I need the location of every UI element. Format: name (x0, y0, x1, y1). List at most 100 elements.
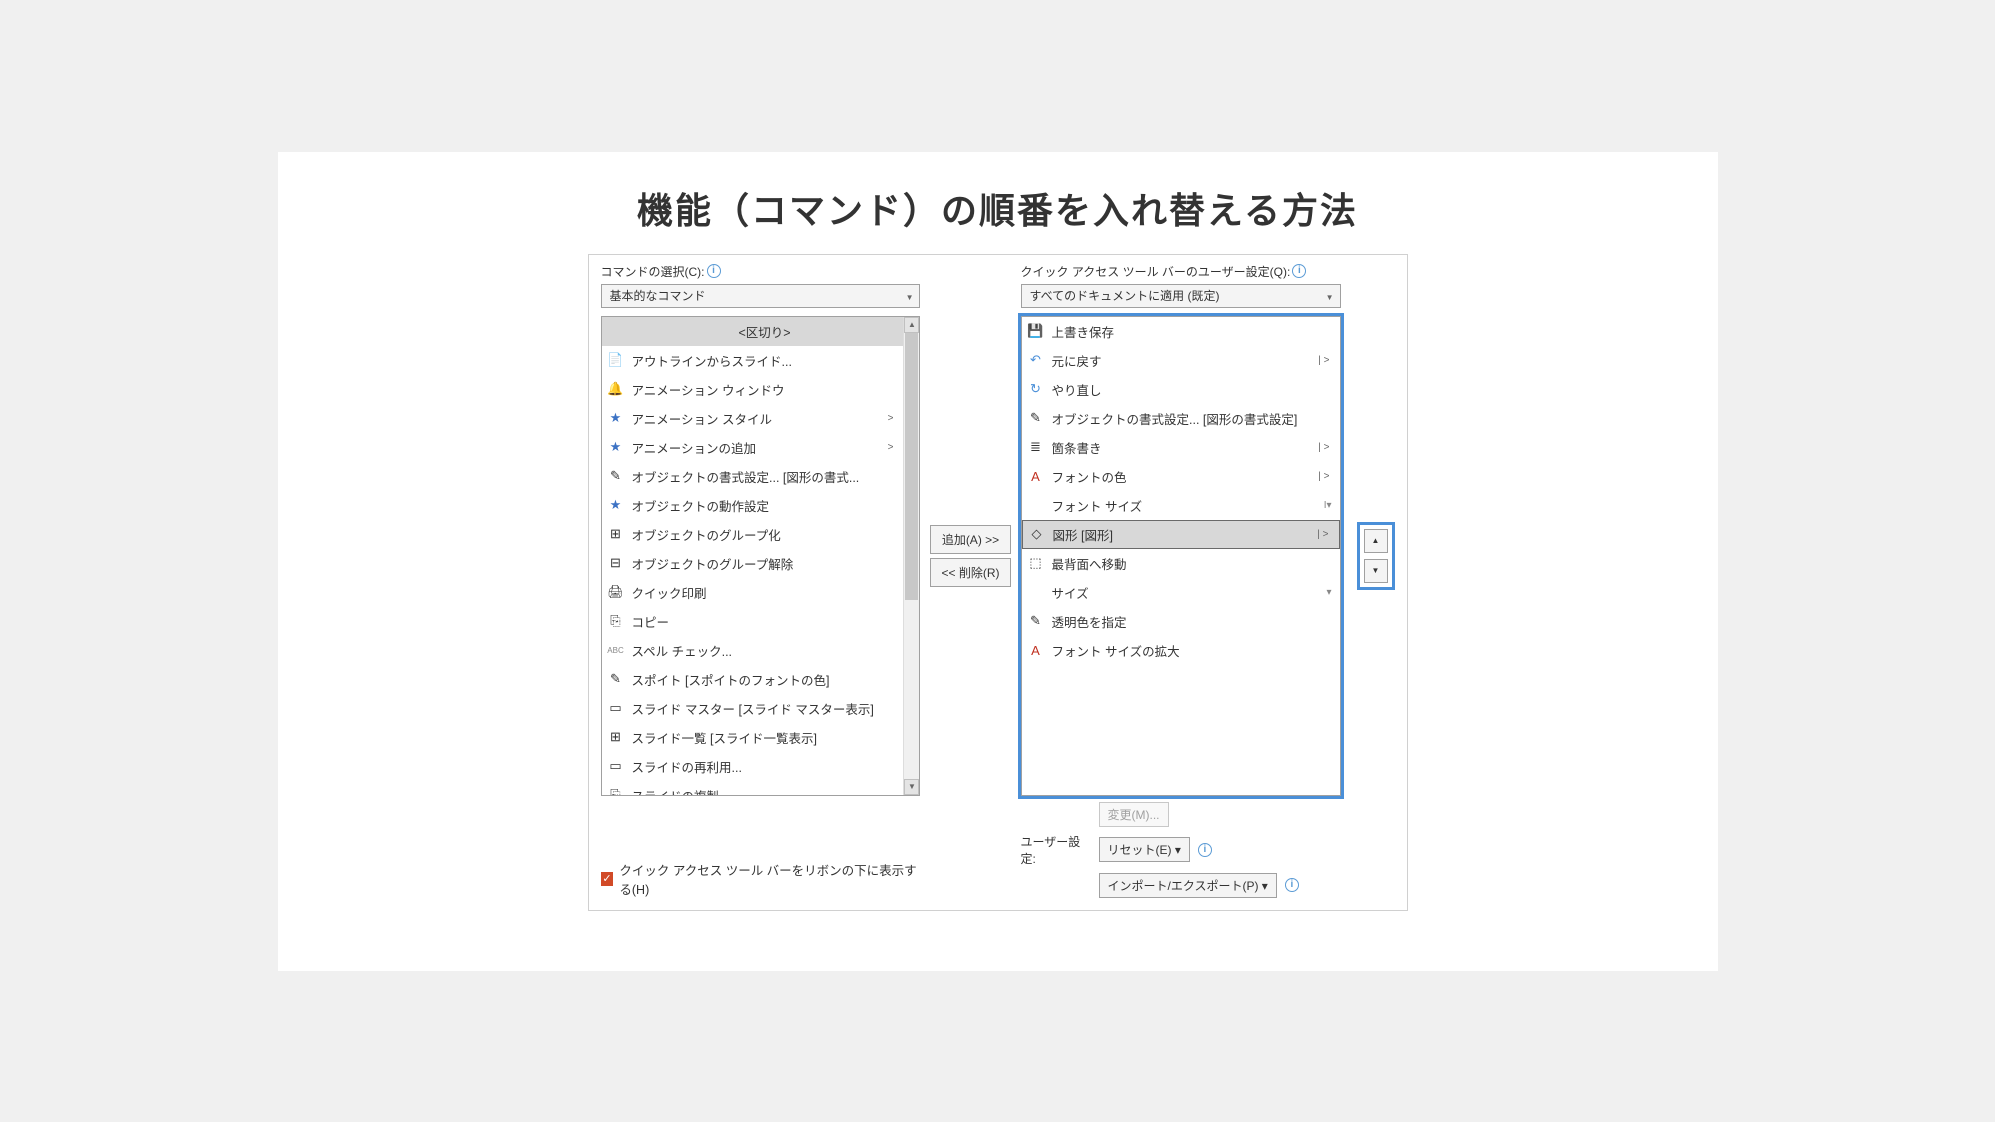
command-icon: ✎ (608, 468, 624, 484)
command-icon: ✎ (1028, 613, 1044, 629)
chevron-right-icon: > (888, 442, 898, 453)
list-item-label: スライドの複製 (632, 786, 898, 795)
customizations-label: ユーザー設定: (1021, 833, 1091, 867)
list-item[interactable]: ↶元に戻す| > (1022, 346, 1340, 375)
scrollbar[interactable]: ▲ ▼ (903, 317, 919, 795)
command-icon: ⎘ (608, 787, 624, 795)
reorder-buttons-group: ▲ ▼ (1357, 522, 1395, 590)
list-item[interactable]: ✎スポイト [スポイトのフォントの色] (602, 665, 904, 694)
list-item[interactable]: ⎘コピー (602, 607, 904, 636)
info-icon[interactable]: i (1285, 878, 1299, 892)
command-icon: ▭ (608, 758, 624, 774)
command-icon: A (1028, 468, 1044, 484)
list-item-label: フォント サイズの拡大 (1052, 641, 1334, 660)
command-icon: 💾 (1028, 323, 1044, 339)
list-item[interactable]: ▭スライド マスター [スライド マスター表示] (602, 694, 904, 723)
command-icon: ↶ (1028, 352, 1044, 368)
add-button[interactable]: 追加(A) >> (930, 525, 1010, 554)
command-icon: ✎ (1028, 410, 1044, 426)
remove-button[interactable]: << 削除(R) (930, 558, 1010, 587)
list-item[interactable]: 🖨 クイック印刷 (602, 578, 904, 607)
list-item[interactable]: ⊟オブジェクトのグループ解除 (602, 549, 904, 578)
list-item[interactable]: ★アニメーションの追加> (602, 433, 904, 462)
command-icon: 🔔 (608, 381, 624, 397)
list-item[interactable]: ✎ オブジェクトの書式設定... [図形の書式設定] (1022, 404, 1340, 433)
command-icon: ◇ (1029, 526, 1045, 542)
list-item-label: 箇条書き (1052, 438, 1311, 457)
list-item-label: オブジェクトの動作設定 (632, 496, 898, 515)
qat-commands-listbox[interactable]: 💾 上書き保存 ↶元に戻す| >↻やり直し ✎ オブジェクトの書式設定... [図形の書… (1021, 316, 1341, 796)
command-icon: 📄 (608, 352, 624, 368)
reset-button[interactable]: リセット(E) ▾ (1099, 837, 1190, 862)
command-icon: ≣ (1028, 439, 1044, 455)
list-item-label: やり直し (1052, 380, 1334, 399)
command-icon: ★ (608, 497, 624, 513)
list-item[interactable]: ABCスペル チェック... (602, 636, 904, 665)
qat-customize-dialog: コマンドの選択(C): i クイック アクセス ツール バーのユーザー設定(Q)… (588, 254, 1408, 911)
list-item-label: 図形 [図形] (1053, 525, 1310, 544)
list-item-label: オブジェクトの書式設定... [図形の書式... (632, 467, 898, 486)
list-item[interactable]: フォント サイズI▾ (1022, 491, 1340, 520)
command-icon: ★ (608, 410, 624, 426)
command-icon (1028, 497, 1044, 513)
list-item[interactable]: ◇図形 [図形]| > (1022, 520, 1340, 549)
move-up-button[interactable]: ▲ (1364, 529, 1388, 553)
list-item[interactable]: <区切り> (602, 317, 904, 346)
list-item-label: サイズ (1052, 583, 1317, 602)
move-down-button[interactable]: ▼ (1364, 559, 1388, 583)
list-item-label: <区切り> (632, 322, 898, 341)
list-item-label: オブジェクトの書式設定... [図形の書式設定] (1052, 409, 1334, 428)
command-icon: ⊞ (608, 729, 624, 745)
list-item[interactable]: 📄 アウトラインからスライド... (602, 346, 904, 375)
command-icon: ⬚ (1028, 555, 1044, 571)
list-item[interactable]: ⬚ 最背面へ移動 (1022, 549, 1340, 578)
choose-commands-select[interactable]: 基本的なコマンド (601, 284, 921, 308)
list-item[interactable]: 🔔 アニメーション ウィンドウ (602, 375, 904, 404)
customize-qat-label: クイック アクセス ツール バーのユーザー設定(Q): i (1021, 263, 1341, 280)
info-icon[interactable]: i (707, 264, 721, 278)
scroll-down-icon[interactable]: ▼ (904, 779, 919, 795)
command-icon: 🖨 (608, 584, 624, 600)
import-export-button[interactable]: インポート/エクスポート(P) ▾ (1099, 873, 1277, 898)
modify-button: 変更(M)... (1099, 802, 1169, 827)
show-below-ribbon-checkbox[interactable]: ✓ (601, 872, 614, 886)
list-item-label: クイック印刷 (632, 583, 898, 602)
list-item[interactable]: ⊞ スライド一覧 [スライド一覧表示] (602, 723, 904, 752)
list-item[interactable]: 💾 上書き保存 (1022, 317, 1340, 346)
list-item[interactable]: ≣ 箇条書き | > (1022, 433, 1340, 462)
list-item[interactable]: Aフォント サイズの拡大 (1022, 636, 1340, 665)
list-item[interactable]: ★アニメーション スタイル> (602, 404, 904, 433)
scroll-up-icon[interactable]: ▲ (904, 317, 919, 333)
list-item[interactable]: ⎘ スライドの複製 (602, 781, 904, 795)
list-item[interactable]: サイズ▾ (1022, 578, 1340, 607)
list-item[interactable]: ↻やり直し (1022, 375, 1340, 404)
list-item-label: スペル チェック... (632, 641, 898, 660)
command-icon: ⊞ (608, 526, 624, 542)
list-item[interactable]: ✎ 透明色を指定 (1022, 607, 1340, 636)
list-item[interactable]: Aフォントの色| > (1022, 462, 1340, 491)
list-item[interactable]: ★ オブジェクトの動作設定 (602, 491, 904, 520)
list-item[interactable]: ▭ スライドの再利用... (602, 752, 904, 781)
info-icon[interactable]: i (1198, 843, 1212, 857)
list-item-label: アウトラインからスライド... (632, 351, 898, 370)
list-item-label: 透明色を指定 (1052, 612, 1334, 631)
command-icon: ✎ (608, 671, 624, 687)
info-icon[interactable]: i (1292, 264, 1306, 278)
list-item-label: スライド一覧 [スライド一覧表示] (632, 728, 898, 747)
list-item[interactable]: ✎ オブジェクトの書式設定... [図形の書式... (602, 462, 904, 491)
list-item[interactable]: ⊞ オブジェクトのグループ化 (602, 520, 904, 549)
list-item-label: 最背面へ移動 (1052, 554, 1334, 573)
list-item-label: アニメーション スタイル (632, 409, 880, 428)
list-item-label: オブジェクトのグループ化 (632, 525, 898, 544)
choose-commands-label: コマンドの選択(C): i (601, 263, 921, 280)
available-commands-listbox[interactable]: <区切り>📄アウトラインからスライド...🔔アニメーション ウィンドウ★アニメー… (601, 316, 921, 796)
chevron-right-icon: | > (1318, 442, 1333, 453)
list-item-label: フォント サイズ (1052, 496, 1314, 515)
chevron-right-icon: | > (1318, 355, 1333, 366)
customize-qat-select[interactable]: すべてのドキュメントに適用 (既定) (1021, 284, 1341, 308)
show-below-ribbon-label: クイック アクセス ツール バーをリボンの下に表示する(H) (619, 860, 920, 898)
list-item-label: 上書き保存 (1052, 322, 1334, 341)
list-item-label: アニメーション ウィンドウ (632, 380, 898, 399)
list-item-label: スライドの再利用... (632, 757, 898, 776)
command-icon: ▭ (608, 700, 624, 716)
